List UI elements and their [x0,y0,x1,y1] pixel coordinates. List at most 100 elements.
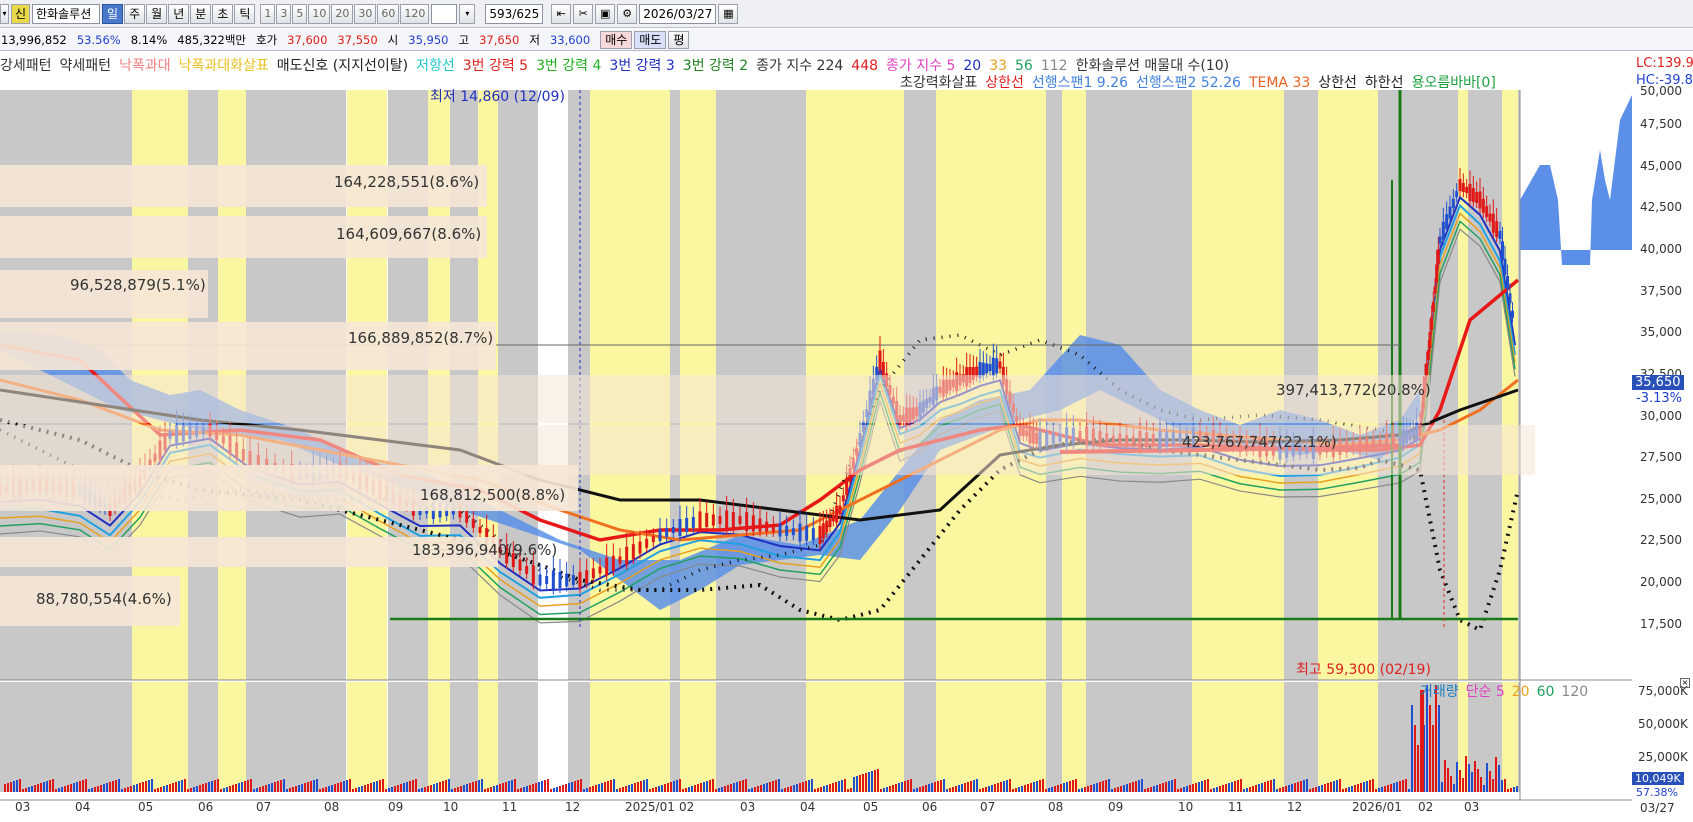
interval-button[interactable]: 10 [308,3,331,24]
legend-item[interactable]: 상한선 [1318,75,1357,91]
save-icon[interactable]: ▣ [595,3,616,24]
interval-dropdown[interactable]: ▾ [459,3,476,24]
legend-item[interactable]: 3번 강력 4 [536,58,601,74]
price-tick: 25,000 [1640,492,1682,506]
volume-bar [1198,782,1200,792]
interval-button[interactable]: 60 [377,3,400,24]
volume-bar [571,782,573,792]
volume-bar [820,787,822,792]
period-button[interactable]: 틱 [234,3,256,24]
interval-button[interactable]: 20 [331,3,354,24]
volume-bar [763,784,765,792]
legend-item[interactable]: 선행스팬1 9.26 [1032,75,1128,91]
candle-body [618,556,622,564]
volume-bar [952,787,954,792]
pane-close-icon[interactable]: × [1680,678,1690,688]
volume-bar [1102,781,1104,792]
period-button[interactable]: 년 [168,3,190,24]
volume-bar [979,789,981,792]
volume-bar [673,781,675,792]
sell-button[interactable]: 매도 [634,30,667,49]
interval-button[interactable]: 30 [354,3,377,24]
volume-legend-item[interactable]: 20 [1512,684,1530,700]
volume-bar [568,783,570,792]
volume-profile-label: 164,609,667(8.6%) [336,225,482,243]
volume-bar [508,781,510,792]
candle-body [1436,249,1440,265]
legend-item[interactable]: 448 [851,58,878,74]
legend-item[interactable]: 상한선 [985,75,1024,91]
stock-name-field[interactable]: 한화솔루션 [32,3,101,24]
legend-item[interactable]: 선행스팬2 52.26 [1136,75,1241,91]
scroll-left-icon[interactable]: ⇤ [551,3,572,24]
volume-bar [1216,787,1218,792]
volume-bar [496,785,498,792]
volume-bar [448,779,450,792]
volume-bar [1513,787,1515,792]
period-button[interactable]: 주 [124,3,146,24]
interval-button[interactable]: 3 [276,3,292,24]
buy-button[interactable]: 매수 [600,30,633,49]
volume-bar [1462,778,1464,792]
period-button[interactable]: 초 [212,3,234,24]
code-dropdown-arrow[interactable]: ▾ [0,3,9,24]
date-field[interactable]: 2026/03/27 [639,3,717,24]
legend-item[interactable]: 종가 지수 224 [756,58,843,74]
interval-button[interactable]: 120 [400,3,430,24]
settings-gear-icon[interactable]: ⚙ [617,3,638,24]
tools-icon[interactable]: ✂ [573,3,594,24]
time-tick: 10 [443,800,459,814]
period-button[interactable]: 분 [190,3,212,24]
legend-item[interactable]: 3번 강력 3 [609,58,674,74]
volume-bar [1366,781,1368,792]
gray-band [1086,682,1192,792]
volume-bar [178,781,180,792]
volume-bar [94,787,96,792]
eval-button[interactable]: 평 [668,30,690,49]
candle-body [981,362,985,376]
volume-bar [637,782,639,792]
volume-bar [1219,786,1221,792]
period-button[interactable]: 월 [146,3,168,24]
volume-bar [142,782,144,792]
volume-bar [910,779,912,792]
legend-item[interactable]: 3번 강력 2 [683,58,748,74]
volume-bar [331,785,333,792]
volume-legend-item[interactable]: 거래량 [1420,684,1459,700]
volume-bar [175,782,177,792]
interval-button[interactable]: 1 [260,3,276,24]
volume-bar [295,786,297,792]
interval-input[interactable] [431,3,458,24]
volume-bar [676,780,678,792]
volume-bar [631,784,633,792]
legend-item[interactable]: 강세패턴 [0,58,52,74]
calendar-icon[interactable]: ▦ [718,3,739,24]
volume-bar [1417,745,1419,792]
volume-bar [1285,786,1287,792]
legend-item[interactable]: 하한선 [1365,75,1404,91]
volume-bar [415,779,417,792]
volume-bar [1393,783,1395,792]
volume-bar [370,783,372,792]
time-tick: 03 [740,800,756,814]
volume-bar [1426,685,1428,792]
volume-bar [67,785,69,792]
interval-button[interactable]: 5 [292,3,308,24]
volume-legend-item[interactable]: 120 [1561,684,1588,700]
legend-item[interactable]: 3번 강력 5 [463,58,528,74]
volume-legend-item[interactable]: 단순 5 [1466,684,1505,700]
volume-legend-item[interactable]: 60 [1537,684,1555,700]
legend-item[interactable]: 저항선 [416,58,455,74]
data-count-field[interactable]: 593/625 [485,3,544,24]
legend-item[interactable]: 낙폭과대 [119,58,171,74]
legend-item[interactable]: 약세패턴 [60,58,112,74]
legend-item[interactable]: 낙폭과대화살표 [179,58,269,74]
legend-item[interactable]: TEMA 33 [1249,75,1310,91]
gray-band [388,682,428,792]
volume-bar [610,780,612,792]
legend-item[interactable]: 초강력화살표 [900,75,977,91]
period-button[interactable]: 일 [102,3,124,24]
legend-item[interactable]: 매도신호 (지지선이탈) [277,58,408,74]
stock-badge[interactable]: 신 [11,3,31,24]
legend-item[interactable]: 용오름바바[0] [1412,75,1496,91]
